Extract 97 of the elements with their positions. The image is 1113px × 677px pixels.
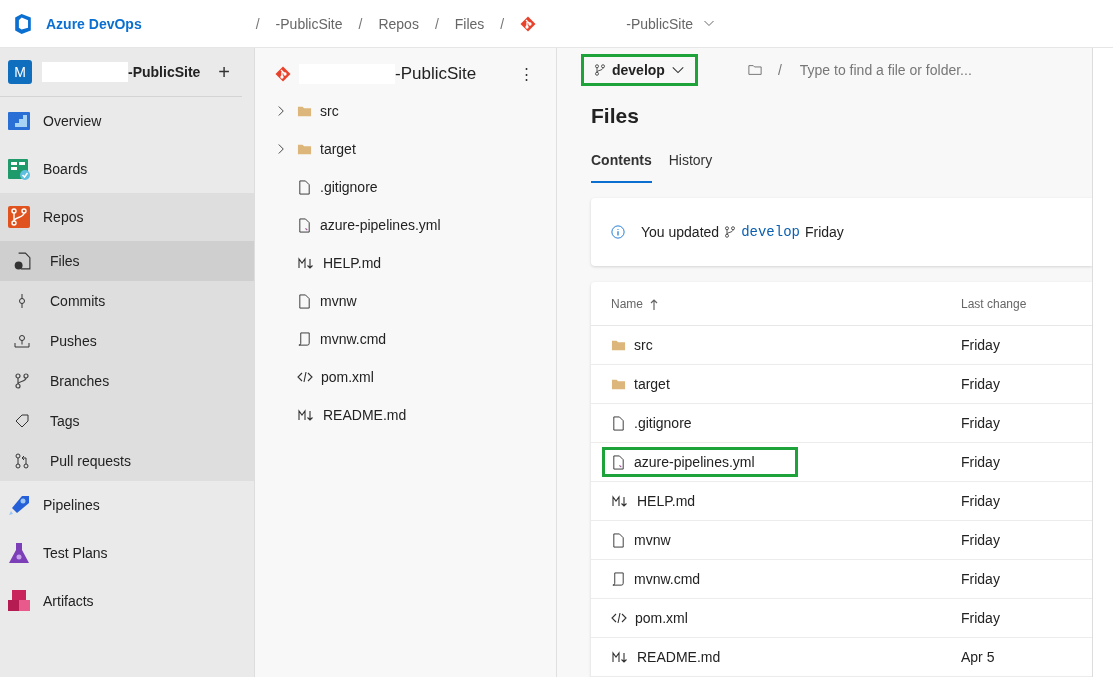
file-link[interactable]: mvnw	[602, 525, 714, 555]
file-link[interactable]: azure-pipelines.yml	[602, 447, 798, 477]
code-icon	[297, 370, 313, 384]
table-cell: Friday	[961, 532, 1000, 548]
breadcrumb-link[interactable]: Repos	[378, 15, 419, 32]
markdown-icon	[611, 494, 629, 508]
git-logo-icon	[520, 15, 537, 32]
file-icon	[297, 179, 312, 195]
tree-item[interactable]: target	[255, 130, 556, 168]
breadcrumb-separator: /	[358, 15, 363, 32]
file-link[interactable]: src	[602, 330, 696, 360]
search-field[interactable]: Type to find a file or folder...	[797, 61, 1062, 79]
sort-ascending-icon	[649, 297, 659, 310]
notice-text: You updated	[641, 224, 720, 240]
branch-icon	[724, 226, 737, 238]
tree-item[interactable]: azure-pipelines.yml	[255, 206, 556, 244]
file-link[interactable]: target	[602, 369, 713, 399]
tree-item[interactable]: src	[255, 92, 556, 130]
push-icon	[14, 333, 30, 349]
file-icon	[297, 293, 312, 309]
file-icon	[297, 217, 312, 233]
column-header[interactable]: Name	[611, 296, 643, 311]
markdown-icon	[297, 256, 315, 270]
rocket-icon	[7, 493, 31, 517]
nav-item[interactable]: Pull requests	[0, 441, 254, 481]
nav-item[interactable]: Branches	[0, 361, 254, 401]
folder-icon	[747, 63, 762, 77]
path-separator: /	[777, 62, 782, 78]
file-icon	[13, 252, 31, 270]
nav-item[interactable]: Pushes	[0, 321, 254, 361]
repo-name: -PublicSite	[395, 64, 477, 84]
branch-icon	[14, 373, 30, 389]
tree-item[interactable]: mvnw	[255, 282, 556, 320]
script-file-icon	[297, 331, 312, 347]
pull-request-icon	[14, 453, 30, 469]
file-icon	[611, 532, 626, 548]
nav-item[interactable]: Boards	[0, 145, 254, 193]
azure-devops-logo-icon	[12, 12, 34, 35]
nav-item[interactable]: Commits	[0, 281, 254, 321]
tree-item[interactable]: .gitignore	[255, 168, 556, 206]
nav-item[interactable]: Test Plans	[0, 529, 254, 577]
table-cell: Friday	[961, 376, 1000, 392]
tree-item[interactable]: README.md	[255, 396, 556, 434]
page-title: Files	[591, 104, 640, 129]
repos-icon	[7, 205, 31, 229]
file-icon	[611, 454, 626, 470]
tag-icon	[14, 413, 30, 429]
product-name[interactable]: Azure DevOps	[46, 15, 142, 32]
breadcrumb-link[interactable]: -PublicSite	[275, 15, 343, 32]
notice-time: Friday	[804, 224, 844, 240]
file-icon	[611, 415, 626, 431]
branch-picker[interactable]: develop	[581, 54, 698, 86]
nav-item[interactable]: Repos	[0, 193, 254, 241]
nav-item[interactable]: Overview	[0, 97, 254, 145]
nav-item[interactable]: Artifacts	[0, 577, 254, 625]
tab[interactable]: Contents	[591, 152, 652, 183]
file-link[interactable]: README.md	[602, 642, 764, 672]
branch-link[interactable]: develop	[741, 224, 800, 240]
file-link[interactable]: mvnw.cmd	[602, 564, 744, 594]
project-avatar: M	[8, 60, 32, 84]
breadcrumb-link[interactable]: -PublicSite	[626, 15, 694, 32]
code-icon	[611, 611, 627, 625]
branch-icon	[594, 64, 606, 76]
table-cell: Friday	[961, 454, 1000, 470]
add-button[interactable]: +	[214, 60, 234, 84]
file-link[interactable]: pom.xml	[602, 603, 731, 633]
breadcrumb-separator: /	[500, 15, 505, 32]
flask-icon	[7, 541, 31, 565]
table-cell: Friday	[961, 493, 1000, 509]
more-button[interactable]: ⋮	[513, 64, 540, 84]
breadcrumb-separator: /	[434, 15, 439, 32]
boards-icon	[7, 157, 31, 181]
info-icon	[611, 225, 625, 239]
boxes-icon	[7, 589, 31, 613]
nav-item[interactable]: Pipelines	[0, 481, 254, 529]
nav-item[interactable]: Files	[0, 241, 254, 281]
tree-item[interactable]: mvnw.cmd	[255, 320, 556, 358]
project-name[interactable]: -PublicSite	[128, 64, 201, 80]
tab[interactable]: History	[668, 152, 713, 183]
tree-item[interactable]: HELP.md	[255, 244, 556, 282]
script-file-icon	[611, 571, 626, 587]
breadcrumb-link[interactable]: Files	[454, 15, 485, 32]
table-cell: Friday	[961, 415, 1000, 431]
table-cell: Friday	[961, 571, 1000, 587]
table-cell: Friday	[961, 610, 1000, 626]
nav-item[interactable]: Tags	[0, 401, 254, 441]
file-link[interactable]: .gitignore	[602, 408, 735, 438]
table-cell: Friday	[961, 337, 1000, 353]
git-logo-icon	[275, 66, 291, 82]
overview-icon	[7, 109, 31, 133]
breadcrumb-separator: /	[255, 15, 260, 32]
file-link[interactable]: HELP.md	[602, 486, 739, 516]
markdown-icon	[611, 650, 629, 664]
markdown-icon	[297, 408, 315, 422]
table-cell: Apr 5	[961, 649, 995, 665]
column-header[interactable]: Last change	[961, 296, 1027, 311]
tree-item[interactable]: pom.xml	[255, 358, 556, 396]
